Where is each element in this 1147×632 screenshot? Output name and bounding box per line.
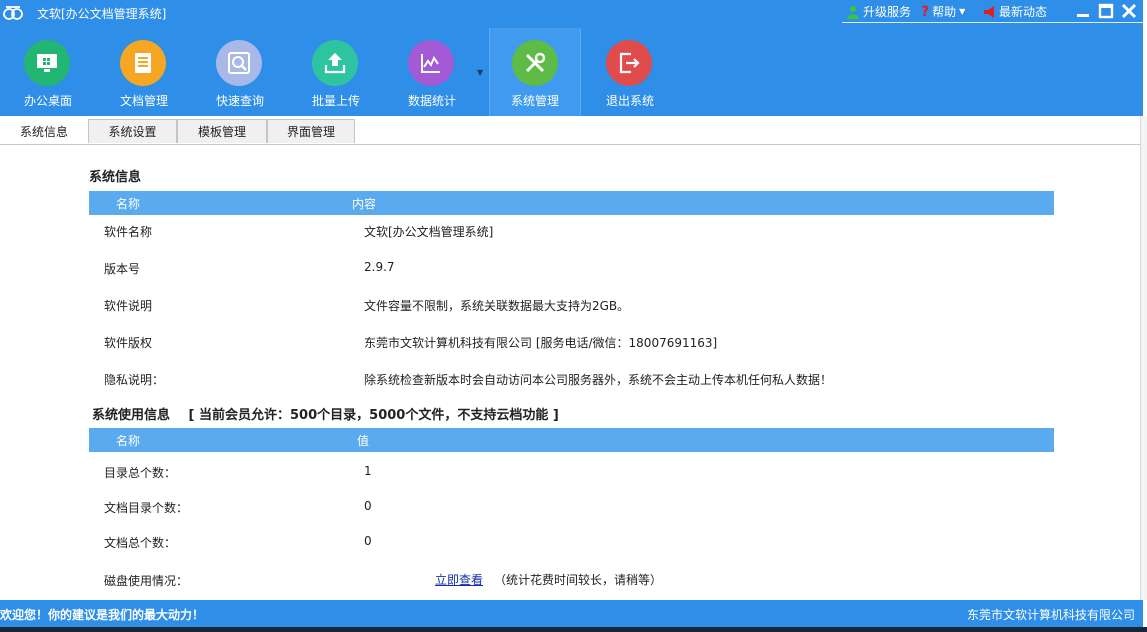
table-row: 文档总个数： 0 xyxy=(89,531,1054,553)
tools-icon xyxy=(512,40,558,86)
close-icon[interactable] xyxy=(1121,3,1137,19)
table-row: 文档目录个数： 0 xyxy=(89,496,1054,518)
view-now-link[interactable]: 立即查看 xyxy=(435,571,483,588)
row-value: 东莞市文软计算机科技有限公司 [服务电话/微信：18007691163] xyxy=(364,336,718,350)
toolbar-exit-system[interactable]: 退出系统 xyxy=(582,28,678,116)
membership-notice: [ 当前会员允许：500个目录，5000个文件，不支持云档功能 ] xyxy=(188,408,559,423)
table-row: 磁盘使用情况： 立即查看 （统计花费时间较长，请稍等） xyxy=(89,569,1054,591)
toolbar-batch-upload-label: 批量上传 xyxy=(311,94,360,108)
window-title: 文软[办公文档管理系统] xyxy=(37,7,167,21)
status-welcome-text: 欢迎您！你的建议是我们的最大动力！ xyxy=(0,608,205,622)
row-name: 软件版权 xyxy=(104,336,153,350)
upgrade-service-link[interactable]: 升级服务 xyxy=(846,3,911,20)
exit-icon xyxy=(606,40,652,86)
toolbar-data-statistics-label: 数据统计 xyxy=(407,94,456,108)
row-value: 2.9.7 xyxy=(364,260,395,274)
tab-system-settings[interactable]: 系统设置 xyxy=(88,119,177,143)
title-links-underline xyxy=(842,22,1143,23)
column-header-value: 值 xyxy=(357,434,370,448)
status-company-text: 东莞市文软计算机科技有限公司 xyxy=(966,608,1135,622)
row-name: 磁盘使用情况： xyxy=(104,574,189,588)
megaphone-icon xyxy=(984,5,994,18)
desktop-icon xyxy=(24,40,70,86)
table-row: 软件名称 文软[办公文档管理系统] xyxy=(89,220,1054,242)
disk-note: （统计花费时间较长，请稍等） xyxy=(494,573,663,587)
upgrade-service-label: 升级服务 xyxy=(863,5,912,19)
chevron-down-icon[interactable]: ▼ xyxy=(477,68,483,77)
table-row: 版本号 2.9.7 xyxy=(89,257,1054,279)
toolbar-system-management[interactable]: 系统管理 xyxy=(489,28,581,116)
table-row: 软件说明 文件容量不限制，系统关联数据最大支持为2GB。 xyxy=(89,294,1054,316)
document-icon xyxy=(120,40,166,86)
table-row: 软件版权 东莞市文软计算机科技有限公司 [服务电话/微信：18007691163… xyxy=(89,331,1054,353)
toolbar-document-management-label: 文档管理 xyxy=(119,94,168,108)
table-row: 隐私说明： 除系统检查新版本时会自动访问本公司服务器外，系统不会主动上传本机任何… xyxy=(89,368,1054,390)
row-name: 软件说明 xyxy=(104,299,153,313)
row-name: 目录总个数： xyxy=(104,466,177,480)
toolbar-quick-search[interactable]: 快速查询 xyxy=(192,28,288,116)
row-value: 1 xyxy=(364,464,372,478)
tab-bar: 系统信息 系统设置 模板管理 界面管理 xyxy=(0,116,1140,145)
toolbar-document-management[interactable]: 文档管理 xyxy=(96,28,192,116)
table-header-system-info: 名称 内容 xyxy=(89,191,1054,215)
chevron-down-icon: ▼ xyxy=(959,7,966,16)
tab-template-management[interactable]: 模板管理 xyxy=(177,119,267,143)
upload-icon xyxy=(312,40,358,86)
usage-info-title: 系统使用信息 xyxy=(92,408,171,423)
help-menu[interactable]: ? 帮助 ▼ xyxy=(921,3,965,20)
help-icon: ? xyxy=(921,3,930,20)
row-name: 文档总个数： xyxy=(104,536,177,550)
minimize-icon[interactable] xyxy=(1075,3,1091,19)
row-value: 文软[办公文档管理系统] xyxy=(364,225,494,239)
row-name: 文档目录个数： xyxy=(104,501,189,515)
maximize-icon[interactable] xyxy=(1098,3,1114,19)
row-value: 除系统检查新版本时会自动访问本公司服务器外，系统不会主动上传本机任何私人数据！ xyxy=(364,373,833,387)
column-header-content: 内容 xyxy=(352,197,377,211)
title-toolbar-area: 文软[办公文档管理系统] 升级服务 ? 帮助 ▼ 最新动态 办公桌面 文档管理 … xyxy=(0,0,1143,116)
side-scroll-strip[interactable] xyxy=(1140,116,1147,600)
taskbar-edge xyxy=(0,627,1147,632)
toolbar-office-desktop[interactable]: 办公桌面 xyxy=(0,28,96,116)
row-name: 隐私说明： xyxy=(104,373,165,387)
tab-interface-management[interactable]: 界面管理 xyxy=(267,119,355,143)
toolbar-exit-system-label: 退出系统 xyxy=(605,94,654,108)
row-name: 软件名称 xyxy=(104,225,153,239)
tab-system-info[interactable]: 系统信息 xyxy=(0,119,88,143)
column-header-name: 名称 xyxy=(116,434,141,448)
section-title-system-info: 系统信息 xyxy=(89,170,142,185)
latest-news-label: 最新动态 xyxy=(999,5,1048,19)
chart-icon xyxy=(408,40,454,86)
toolbar-quick-search-label: 快速查询 xyxy=(215,94,264,108)
toolbar-batch-upload[interactable]: 批量上传 xyxy=(288,28,384,116)
table-header-usage-info: 名称 值 xyxy=(89,428,1054,452)
row-name: 版本号 xyxy=(104,262,141,276)
table-row: 目录总个数： 1 xyxy=(89,461,1054,483)
latest-news-link[interactable]: 最新动态 xyxy=(982,3,1047,20)
help-label: 帮助 xyxy=(932,5,957,19)
toolbar-data-statistics[interactable]: 数据统计 xyxy=(384,28,480,116)
status-bar: 欢迎您！你的建议是我们的最大动力！ 东莞市文软计算机科技有限公司 xyxy=(0,600,1143,627)
row-value: 0 xyxy=(364,499,372,513)
toolbar-system-management-label: 系统管理 xyxy=(510,94,559,108)
column-header-name: 名称 xyxy=(116,197,141,211)
toolbar-office-desktop-label: 办公桌面 xyxy=(23,94,72,108)
row-value: 文件容量不限制，系统关联数据最大支持为2GB。 xyxy=(364,299,630,313)
row-value: 0 xyxy=(364,534,372,548)
person-icon xyxy=(847,5,859,19)
section-title-usage-info: 系统使用信息 [ 当前会员允许：500个目录，5000个文件，不支持云档功能 ] xyxy=(92,404,559,423)
search-icon xyxy=(216,40,262,86)
app-logo-icon xyxy=(3,6,23,20)
